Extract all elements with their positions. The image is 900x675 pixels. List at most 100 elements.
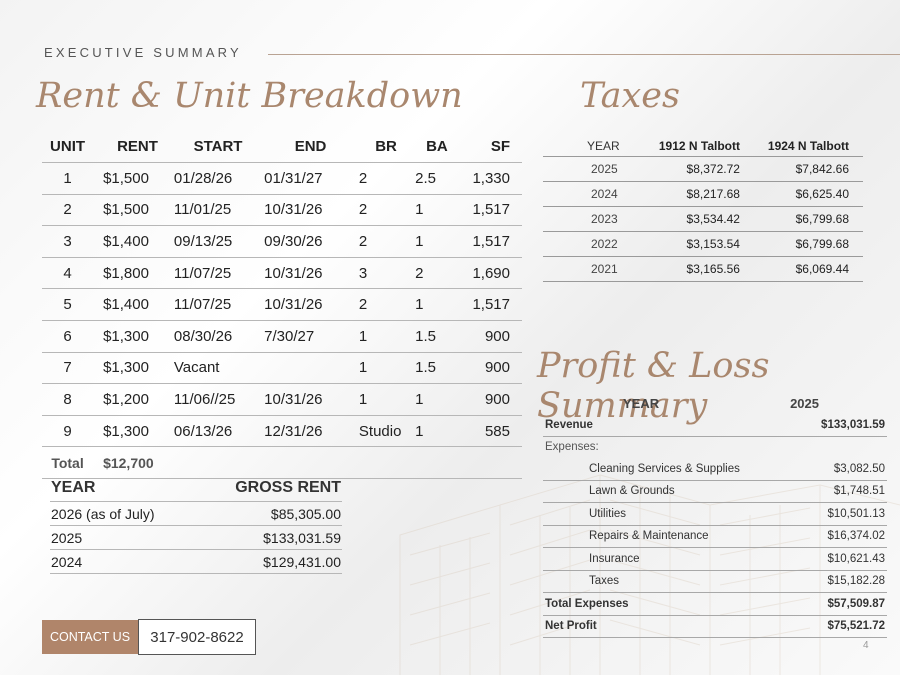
expense-label: Lawn & Grounds [543,480,774,503]
expense-row: Cleaning Services & Supplies $3,082.50 [543,458,887,481]
expense-label: Insurance [543,547,774,571]
profit-loss-table: YEAR 2025 Revenue $133,031.59 Expenses: … [543,392,887,638]
expense-label: Taxes [543,570,774,593]
table-header-row: YEAR 2025 [543,392,887,414]
cell-ba: 2 [414,256,460,289]
cell-end: 10/31/26 [263,383,358,416]
cell-ba: 1 [414,414,460,447]
cell-br: 1 [357,319,415,353]
col-year: YEAR [50,475,195,502]
cell-rent: $1,500 [93,193,173,226]
cell-sf: 1,690 [459,256,522,289]
col-year: YEAR [623,395,660,411]
expense-row: Utilities $10,501.13 [543,502,887,526]
cell-ba: 1.5 [414,319,460,353]
cell-start: Vacant [172,351,264,384]
expense-value: $10,621.43 [773,547,887,571]
cell-rent: $1,500 [93,162,173,195]
cell-sf: 900 [459,351,522,384]
revenue-row: Revenue $133,031.59 [543,414,887,437]
phone-number[interactable]: 317-902-8622 [138,619,256,655]
table-header-row: YEAR GROSS RENT [50,475,342,502]
cell-rent: $1,800 [93,256,173,289]
col-gross-rent: GROSS RENT [194,475,342,502]
table-row: 2026 (as of July) $85,305.00 [50,501,342,526]
net-profit-row: Net Profit $75,521.72 [543,615,887,638]
net-profit-label: Net Profit [543,615,774,638]
cell-start: 11/06//25 [172,383,264,416]
cell-tax: $3,534.42 [644,206,754,232]
cell-unit: 5 [42,288,94,321]
cell-year: 2025 [543,156,645,182]
col-1924-talbott: 1924 N Talbott [753,136,863,157]
cell-ba: 1 [414,288,460,321]
cell-end: 10/31/26 [263,288,358,321]
cell-ba: 1 [414,225,460,258]
cell-year: 2021 [543,256,645,282]
total-rent: $12,700 [93,446,173,479]
cell-rent: $1,200 [93,383,173,416]
table-row: 2025 $8,372.72 $7,842.66 [543,156,863,182]
table-row: 2024 $8,217.68 $6,625.40 [543,181,863,207]
cell-ba: 2.5 [414,162,460,195]
col-year: YEAR [543,136,645,157]
cell-year: 2022 [543,231,645,257]
cell-sf: 1,330 [459,162,522,195]
net-profit-value: $75,521.72 [773,615,887,638]
cell-start: 11/01/25 [172,193,264,226]
table-row: 5 $1,400 11/07/25 10/31/26 2 1 1,517 [42,288,522,321]
cell-rent: $1,400 [93,225,173,258]
table-row: 2022 $3,153.54 $6,799.68 [543,231,863,257]
expense-value: $1,748.51 [773,480,887,503]
expense-label: Cleaning Services & Supplies [543,458,774,481]
gross-rent-table: YEAR GROSS RENT 2026 (as of July) $85,30… [50,475,342,574]
cell-br: 2 [357,288,415,321]
table-row: 2021 $3,165.56 $6,069.44 [543,256,863,282]
cell-sf: 1,517 [459,193,522,226]
cell-tax: $7,842.66 [753,156,863,182]
table-row: 8 $1,200 11/06//25 10/31/26 1 1 900 [42,383,522,416]
cell-end: 10/31/26 [263,193,358,226]
expenses-label-row: Expenses: [543,436,887,458]
cell-tax: $3,153.54 [644,231,754,257]
col-ba: BA [426,137,448,155]
col-br: BR [375,137,397,155]
cell-unit: 8 [42,383,94,416]
cell-tax: $6,069.44 [753,256,863,282]
cell-start: 06/13/26 [172,414,264,447]
total-expenses-row: Total Expenses $57,509.87 [543,592,887,616]
table-row: 7 $1,300 Vacant 1 1.5 900 [42,351,522,384]
col-unit: UNIT [50,137,86,155]
cell-start: 11/07/25 [172,256,264,289]
expenses-label: Expenses: [545,441,599,454]
cell-unit: 1 [42,162,94,195]
page-number: 4 [863,640,869,651]
taxes-title: Taxes [580,76,680,116]
expense-label: Repairs & Maintenance [543,525,774,548]
cell-year: 2025 [50,525,195,550]
table-row: 2023 $3,534.42 $6,799.68 [543,206,863,232]
cell-unit: 3 [42,225,94,258]
cell-br: 3 [357,256,415,289]
expense-value: $15,182.28 [773,570,887,593]
cell-ba: 1 [414,383,460,416]
table-row: 1 $1,500 01/28/26 01/31/27 2 2.5 1,330 [42,162,522,195]
table-row: 9 $1,300 06/13/26 12/31/26 Studio 1 585 [42,414,522,447]
cell-br: 1 [357,383,415,416]
total-expenses-value: $57,509.87 [773,592,887,616]
cell-tax: $6,625.40 [753,181,863,207]
expense-row: Lawn & Grounds $1,748.51 [543,480,887,503]
expense-label: Utilities [543,502,774,526]
col-start: START [193,137,243,155]
total-row: Total $12,700 [42,446,522,479]
col-sf: SF [490,137,510,155]
revenue-value: $133,031.59 [773,414,887,437]
revenue-label: Revenue [543,414,774,437]
cell-br: 2 [357,162,415,195]
cell-start: 09/13/25 [172,225,264,258]
section-label: EXECUTIVE SUMMARY [44,45,242,60]
cell-end: 01/31/27 [263,162,358,195]
contact-us-button[interactable]: CONTACT US [42,620,138,654]
cell-year: 2026 (as of July) [50,501,195,526]
cell-unit: 2 [42,193,94,226]
